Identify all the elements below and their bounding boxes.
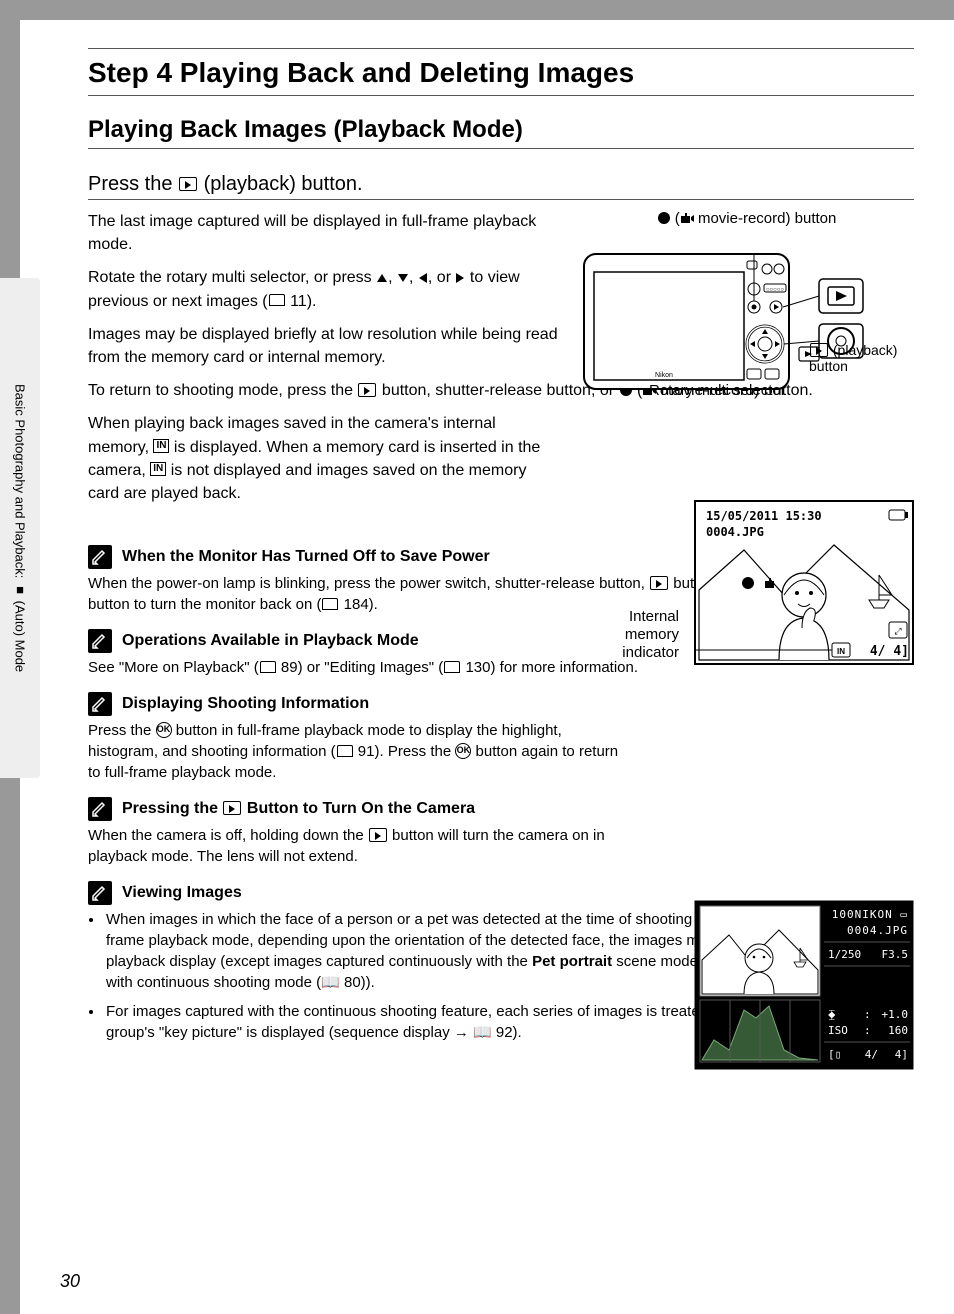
svg-text:4/ 4]: 4/ 4] — [870, 644, 909, 659]
movie-icon — [680, 212, 694, 224]
step-title: Step 4 Playing Back and Deleting Images — [88, 57, 914, 96]
note-body: Press the OK button in full-frame playba… — [88, 720, 628, 783]
movie-icon — [764, 577, 778, 589]
paragraph: The last image captured will be displaye… — [88, 210, 568, 256]
note-icon — [88, 881, 112, 905]
internal-memory-icon: IN — [153, 439, 169, 453]
svg-text::: : — [864, 1008, 871, 1021]
manual-page: Step 4 Playing Back and Deleting Images … — [20, 20, 954, 1314]
svg-text:100NIKON ▭: 100NIKON ▭ — [832, 908, 908, 921]
playback-icon — [358, 383, 376, 397]
svg-text:4/: 4/ — [865, 1048, 878, 1061]
svg-text:⤢: ⤢ — [893, 626, 901, 636]
note-icon — [88, 797, 112, 821]
paragraph: Images may be displayed briefly at low r… — [88, 323, 568, 369]
camera-diagram: ( movie-record) button Nikon ○○○○○ — [579, 210, 914, 409]
svg-text:○○○○○: ○○○○○ — [766, 287, 784, 293]
playback-icon — [223, 801, 241, 815]
note-title: Operations Available in Playback Mode — [122, 632, 419, 650]
paragraph: Rotate the rotary multi selector, or pre… — [88, 266, 568, 312]
ok-button-icon: OK — [455, 743, 471, 759]
ok-button-icon: OK — [156, 722, 172, 738]
svg-text:+1.0: +1.0 — [882, 1008, 909, 1021]
playback-icon — [179, 177, 197, 191]
note-title: Displaying Shooting Information — [122, 695, 369, 713]
playback-screen-preview: Internal memory indicator 15/05/2011 15:… — [679, 500, 914, 665]
book-icon — [269, 294, 285, 306]
rotary-selector-label: Rotary multi selector — [649, 382, 786, 399]
playback-icon — [650, 576, 668, 590]
svg-text:0004.JPG: 0004.JPG — [847, 924, 908, 937]
note-title: When the Monitor Has Turned Off to Save … — [122, 548, 490, 566]
note-icon — [88, 692, 112, 716]
up-arrow-icon — [377, 274, 387, 282]
chapter-side-tab: Basic Photography and Playback: ■ (Auto)… — [0, 278, 40, 778]
down-arrow-icon — [398, 274, 408, 282]
page-number: 30 — [60, 1271, 80, 1292]
shooting-info-preview: 100NIKON ▭ 0004.JPG 1/250 F3.5 ⧱ : +1.0 … — [694, 900, 914, 1070]
note-icon — [88, 629, 112, 653]
preview-date: 15/05/2011 15:30 — [706, 509, 822, 523]
note-title: Pressing the Button to Turn On the Camer… — [122, 800, 475, 818]
note-title: Viewing Images — [122, 884, 242, 902]
instruction-heading: Press the (playback) button. — [88, 173, 914, 200]
internal-memory-icon: IN — [150, 462, 166, 476]
playback-icon — [810, 343, 828, 357]
book-icon — [322, 598, 338, 610]
left-arrow-icon — [419, 273, 427, 283]
svg-text:1/250: 1/250 — [828, 948, 861, 961]
movie-record-button-label: ( movie-record) button — [579, 210, 914, 227]
svg-text:4]: 4] — [895, 1048, 908, 1061]
preview-filename: 0004.JPG — [706, 525, 764, 539]
note-body: When the camera is off, holding down the… — [88, 825, 628, 867]
paragraph: When playing back images saved in the ca… — [88, 412, 548, 505]
playback-button-label: (playback)button — [809, 342, 897, 374]
svg-text:[▯: [▯ — [828, 1048, 841, 1061]
svg-text:ISO: ISO — [828, 1024, 848, 1037]
record-dot-icon — [658, 212, 670, 224]
svg-text:⧱: ⧱ — [828, 1008, 836, 1021]
right-arrow-icon — [456, 273, 464, 283]
book-icon — [337, 745, 353, 757]
book-icon — [260, 661, 276, 673]
book-icon — [444, 661, 460, 673]
chapter-label: Basic Photography and Playback: ■ (Auto)… — [13, 384, 28, 672]
svg-text:Nikon: Nikon — [655, 372, 673, 379]
internal-memory-indicator-label: Internal memory indicator — [599, 608, 679, 662]
record-dot-icon — [742, 577, 754, 589]
svg-text:F3.5: F3.5 — [882, 948, 909, 961]
svg-text::: : — [864, 1024, 871, 1037]
svg-text:160: 160 — [888, 1024, 908, 1037]
svg-text:IN: IN — [837, 647, 845, 656]
note-icon — [88, 545, 112, 569]
playback-icon — [369, 828, 387, 842]
section-title: Playing Back Images (Playback Mode) — [88, 116, 914, 149]
